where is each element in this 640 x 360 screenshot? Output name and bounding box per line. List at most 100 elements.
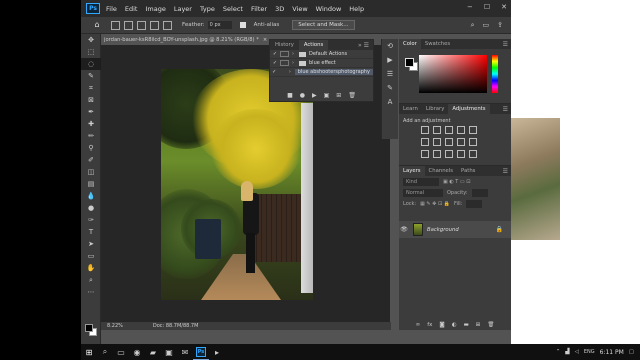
curves-icon[interactable] [445,126,453,134]
document-tab[interactable]: jordan-bauer-ksR8ilcd_BOY-unsplash.jpg @… [101,35,291,45]
clone-stamp-tool-icon[interactable]: ⚲ [81,142,101,154]
taskbar-photoshop[interactable]: Ps [193,344,209,360]
visibility-eye-icon[interactable]: 👁 [399,226,409,233]
tab-history[interactable]: History [270,40,299,50]
action-row[interactable]: ✓ › blue effect [270,59,373,68]
select-and-mask-button[interactable]: Select and Mask... [292,20,355,30]
filter-icons[interactable]: ▣ ◐ T ▭ ⊡ [443,179,470,185]
adjustment-layer-icon[interactable]: ◐ [452,322,457,328]
action-row[interactable]: ✓ › Default Actions [270,50,373,59]
blend-mode-select[interactable]: Normal [403,188,443,197]
black-white-icon[interactable] [445,138,453,146]
menu-help[interactable]: Help [349,5,364,13]
action-dialog-toggle[interactable] [278,69,286,75]
dodge-tool-icon[interactable]: ● [81,202,101,214]
more-tools-icon[interactable]: ⋯ [81,286,101,298]
tab-learn[interactable]: Learn [399,104,422,114]
move-tool-icon[interactable]: ✥ [81,34,101,46]
hue-saturation-icon[interactable] [421,138,429,146]
lasso-tool-preset-icon[interactable] [111,20,120,30]
levels-icon[interactable] [433,126,441,134]
menu-layer[interactable]: Layer [174,5,192,13]
action-row-selected[interactable]: ✓ › blue abshootersphotography [270,68,373,77]
home-icon[interactable]: ⌂ [92,20,102,30]
menu-select[interactable]: Select [223,5,243,13]
play-icon[interactable]: ▶ [312,92,317,99]
new-group-icon[interactable]: ▬ [464,322,469,328]
action-check-icon[interactable]: ✓ [270,69,278,75]
action-dialog-toggle[interactable] [280,60,289,66]
menu-image[interactable]: Image [145,5,165,13]
exposure-icon[interactable] [457,126,465,134]
layer-row-background[interactable]: 👁 Background 🔒 [399,221,511,238]
language-indicator[interactable]: ENG [584,349,595,355]
history-panel-icon[interactable]: ⟲ [382,39,398,53]
delete-layer-icon[interactable]: 🗑 [487,322,494,328]
new-action-icon[interactable]: ⊞ [336,92,341,99]
close-button[interactable]: ✕ [501,3,507,11]
lock-icons[interactable]: ▦ ✎ ✥ ⊡ 🔒 [420,201,450,207]
file-explorer-icon[interactable]: ▰ [145,344,161,360]
windows-start-icon[interactable]: ⊞ [81,344,97,360]
menu-edit[interactable]: Edit [125,5,138,13]
edge-browser-icon[interactable]: ◉ [129,344,145,360]
properties-panel-icon[interactable]: ☰ [382,67,398,81]
layer-style-icon[interactable]: fx [427,322,432,328]
stop-recording-icon[interactable]: ■ [287,92,293,99]
eraser-tool-icon[interactable]: ◫ [81,166,101,178]
selective-color-icon[interactable] [469,150,477,158]
vibrance-icon[interactable] [469,126,477,134]
record-icon[interactable]: ● [300,92,305,99]
pen-tool-icon[interactable]: ✑ [81,214,101,226]
action-dialog-toggle[interactable] [280,51,289,57]
panel-menu-icon[interactable]: » ☰ [358,42,373,49]
terminal-icon[interactable]: ▸ [209,344,225,360]
color-balance-icon[interactable] [433,138,441,146]
channel-mixer-icon[interactable] [469,138,477,146]
eyedropper-tool-icon[interactable]: ✒ [81,106,101,118]
link-layers-icon[interactable]: ∞ [416,322,421,328]
invert-icon[interactable] [421,150,429,158]
mail-icon[interactable]: ✉ [177,344,193,360]
brightness-contrast-icon[interactable] [421,126,429,134]
expand-arrow-icon[interactable]: › [292,60,299,66]
layer-kind-filter[interactable]: Kind [403,177,439,186]
add-mask-icon[interactable]: ◙ [439,322,444,328]
frame-tool-icon[interactable]: ⊠ [81,94,101,106]
foreground-color-swatch[interactable] [85,324,93,332]
menu-window[interactable]: Window [316,5,342,13]
panel-menu-icon[interactable]: ☰ [503,168,511,175]
character-panel-icon[interactable]: A [382,95,398,109]
hand-tool-icon[interactable]: ✋ [81,262,101,274]
subtract-from-selection-icon[interactable] [150,20,159,30]
volume-icon[interactable]: ◁ [575,349,579,355]
rectangle-tool-icon[interactable]: ▭ [81,250,101,262]
lasso-tool-icon[interactable]: ◌ [81,58,101,70]
menu-type[interactable]: Type [200,5,215,13]
tab-adjustments[interactable]: Adjustments [448,104,490,114]
type-tool-icon[interactable]: T [81,226,101,238]
layer-name[interactable]: Background [427,227,459,233]
menu-filter[interactable]: Filter [251,5,267,13]
color-picker-field[interactable] [419,55,487,93]
tab-library[interactable]: Library [422,104,449,114]
feather-input[interactable]: 0 px [207,21,232,29]
path-selection-tool-icon[interactable]: ➤ [81,238,101,250]
menu-file[interactable]: File [106,5,117,13]
share-icon[interactable]: ⇪ [497,21,503,30]
quick-selection-tool-icon[interactable]: ✎ [81,70,101,82]
add-to-selection-icon[interactable] [137,20,146,30]
search-icon[interactable]: ⌕ [471,21,475,30]
actions-panel-icon[interactable]: ▶ [382,53,398,67]
gradient-tool-icon[interactable]: ▤ [81,178,101,190]
lock-icon[interactable]: 🔒 [496,226,503,233]
new-set-icon[interactable]: ▣ [324,92,330,99]
hue-slider[interactable] [492,55,498,93]
close-document-icon[interactable]: × [263,37,267,43]
crop-tool-icon[interactable]: ⌗ [81,82,101,94]
fill-input[interactable] [466,199,483,208]
color-panel-foreground-swatch[interactable] [405,58,414,67]
antialias-checkbox[interactable] [239,22,246,28]
search-icon[interactable]: ⌕ [97,344,113,360]
photo-filter-icon[interactable] [457,138,465,146]
